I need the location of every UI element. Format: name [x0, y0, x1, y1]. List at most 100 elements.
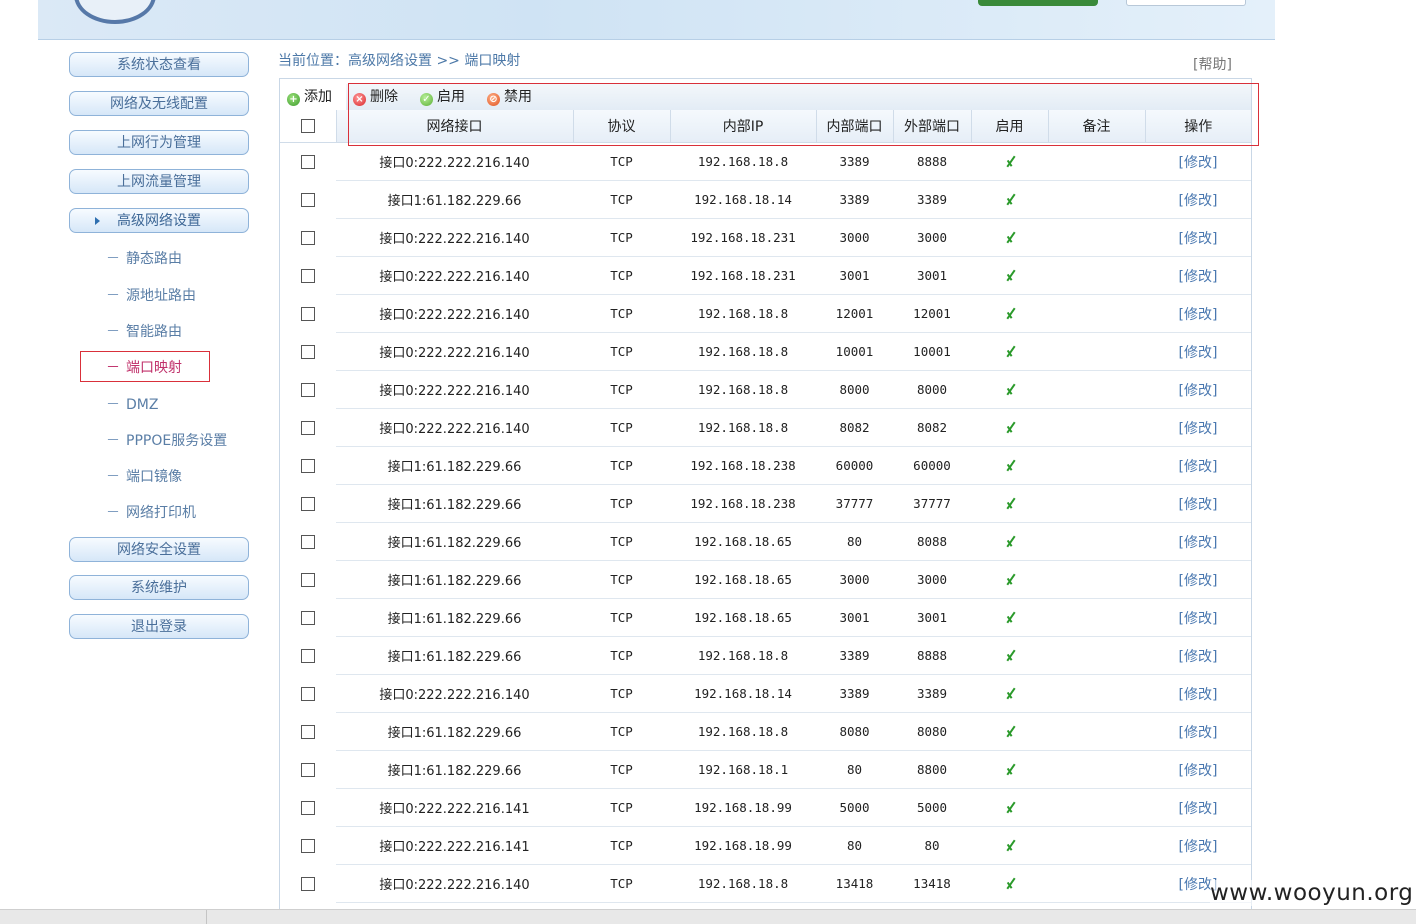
- row-checkbox[interactable]: [301, 573, 315, 588]
- cell-internal-ip: 192.168.18.1: [670, 750, 816, 789]
- disable-button[interactable]: ⊘ 禁用: [487, 86, 532, 108]
- edit-link[interactable]: [修改]: [1179, 269, 1218, 285]
- submenu-smart-route[interactable]: － 智能路由: [106, 322, 182, 342]
- port-mapping-table: 网络接口 协议 内部IP 内部端口 外部端口 启用 备注 操作 接口0:222.…: [280, 110, 1251, 903]
- row-checkbox[interactable]: [301, 421, 315, 436]
- row-checkbox[interactable]: [301, 193, 315, 208]
- menu-advanced-network[interactable]: 高级网络设置: [69, 208, 249, 233]
- menu-system-maintenance[interactable]: 系统维护: [69, 575, 249, 600]
- menu-system-status[interactable]: 系统状态查看: [69, 52, 249, 77]
- edit-link[interactable]: [修改]: [1179, 307, 1218, 323]
- header-internal-port: 内部端口: [815, 110, 893, 143]
- edit-link[interactable]: [修改]: [1179, 155, 1218, 171]
- header-input-box[interactable]: [1126, 0, 1246, 6]
- cell-note: [1048, 218, 1145, 257]
- header-green-button[interactable]: [978, 0, 1098, 6]
- cell-note: [1048, 712, 1145, 751]
- cell-internal-port: 8000: [816, 370, 893, 409]
- header-select-all: [280, 110, 336, 143]
- cell-protocol: TCP: [573, 294, 670, 333]
- edit-link[interactable]: [修改]: [1179, 763, 1218, 779]
- delete-button[interactable]: × 删除: [353, 86, 398, 108]
- edit-link[interactable]: [修改]: [1179, 687, 1218, 703]
- row-checkbox[interactable]: [301, 345, 315, 360]
- cell-action: [修改]: [1145, 408, 1251, 447]
- row-checkbox[interactable]: [301, 383, 315, 398]
- row-checkbox[interactable]: [301, 535, 315, 550]
- current-item-highlight: [80, 351, 210, 382]
- row-checkbox[interactable]: [301, 269, 315, 284]
- row-checkbox[interactable]: [301, 649, 315, 664]
- cell-protocol: TCP: [573, 256, 670, 295]
- row-checkbox[interactable]: [301, 611, 315, 626]
- checkmark-icon: [1004, 383, 1016, 397]
- cell-enabled: [971, 598, 1048, 637]
- cell-internal-ip: 192.168.18.14: [670, 180, 816, 219]
- edit-link[interactable]: [修改]: [1179, 725, 1218, 741]
- edit-link[interactable]: [修改]: [1179, 839, 1218, 855]
- cell-note: [1048, 408, 1145, 447]
- row-select-cell: [280, 332, 336, 371]
- edit-link[interactable]: [修改]: [1179, 345, 1218, 361]
- row-checkbox[interactable]: [301, 459, 315, 474]
- edit-link[interactable]: [修改]: [1179, 649, 1218, 665]
- submenu-network-printer[interactable]: － 网络打印机: [106, 503, 196, 523]
- row-select-cell: [280, 180, 336, 219]
- submenu-pppoe[interactable]: － PPPOE服务设置: [106, 431, 227, 451]
- row-checkbox[interactable]: [301, 725, 315, 740]
- cell-note: [1048, 256, 1145, 295]
- edit-link[interactable]: [修改]: [1179, 611, 1218, 627]
- edit-link[interactable]: [修改]: [1179, 231, 1218, 247]
- enable-label: 启用: [437, 89, 465, 105]
- edit-link[interactable]: [修改]: [1179, 535, 1218, 551]
- edit-link[interactable]: [修改]: [1179, 421, 1218, 437]
- menu-traffic-management[interactable]: 上网流量管理: [69, 169, 249, 194]
- select-all-checkbox[interactable]: [300, 119, 315, 133]
- menu-network-wireless[interactable]: 网络及无线配置: [69, 91, 249, 116]
- row-checkbox[interactable]: [301, 877, 315, 892]
- submenu-label: 端口镜像: [126, 469, 182, 485]
- cell-interface: 接口0:222.222.216.140: [336, 370, 573, 409]
- row-checkbox[interactable]: [301, 497, 315, 512]
- row-checkbox[interactable]: [301, 687, 315, 702]
- row-checkbox[interactable]: [301, 839, 315, 854]
- row-checkbox[interactable]: [301, 801, 315, 816]
- cell-protocol: TCP: [573, 142, 670, 181]
- checkmark-icon: [1004, 763, 1016, 777]
- menu-behavior-management[interactable]: 上网行为管理: [69, 130, 249, 155]
- row-checkbox[interactable]: [301, 155, 315, 170]
- enable-button[interactable]: ✓ 启用: [420, 86, 465, 108]
- edit-link[interactable]: [修改]: [1179, 383, 1218, 399]
- cell-protocol: TCP: [573, 484, 670, 523]
- submenu-source-route[interactable]: － 源地址路由: [106, 286, 196, 306]
- row-checkbox[interactable]: [301, 763, 315, 778]
- edit-link[interactable]: [修改]: [1179, 801, 1218, 817]
- cell-action: [修改]: [1145, 674, 1251, 713]
- menu-logout[interactable]: 退出登录: [69, 614, 249, 639]
- edit-link[interactable]: [修改]: [1179, 573, 1218, 589]
- row-checkbox[interactable]: [301, 231, 315, 246]
- help-link[interactable]: [帮助]: [1193, 54, 1232, 74]
- edit-link[interactable]: [修改]: [1179, 497, 1218, 513]
- cell-interface: 接口0:222.222.216.140: [336, 408, 573, 447]
- cell-protocol: TCP: [573, 446, 670, 485]
- cell-internal-port: 12001: [816, 294, 893, 333]
- cell-note: [1048, 788, 1145, 827]
- submenu-static-route[interactable]: － 静态路由: [106, 249, 182, 269]
- cell-interface: 接口0:222.222.216.141: [336, 788, 573, 827]
- edit-link[interactable]: [修改]: [1179, 459, 1218, 475]
- edit-link[interactable]: [修改]: [1179, 193, 1218, 209]
- add-button[interactable]: + 添加: [287, 86, 332, 108]
- cell-protocol: TCP: [573, 712, 670, 751]
- expand-arrow-icon: [95, 217, 100, 225]
- submenu-dmz[interactable]: － DMZ: [106, 395, 158, 415]
- cell-action: [修改]: [1145, 446, 1251, 485]
- submenu-label: 网络打印机: [126, 505, 196, 521]
- cell-external-port: 3001: [893, 598, 971, 637]
- submenu-port-mirror[interactable]: － 端口镜像: [106, 467, 182, 487]
- row-checkbox[interactable]: [301, 307, 315, 322]
- cell-enabled: [971, 484, 1048, 523]
- checkmark-icon: [1004, 649, 1016, 663]
- menu-security[interactable]: 网络安全设置: [69, 537, 249, 562]
- row-select-cell: [280, 446, 336, 485]
